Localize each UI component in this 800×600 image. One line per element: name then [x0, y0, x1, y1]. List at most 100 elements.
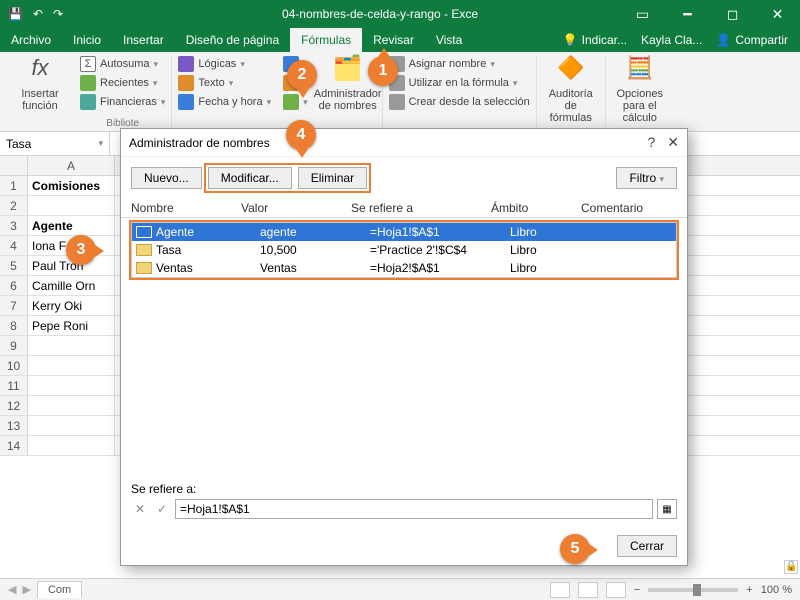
text-icon — [178, 75, 194, 91]
row-header[interactable]: 8 — [0, 316, 28, 335]
text-button[interactable]: Texto▾ — [178, 75, 271, 91]
close-icon[interactable]: ✕ — [755, 0, 800, 28]
tab-inicio[interactable]: Inicio — [62, 28, 112, 52]
refers-to-input[interactable] — [175, 499, 653, 519]
name-icon — [136, 244, 152, 256]
name-row[interactable]: Agenteagente=Hoja1!$A$1Libro — [132, 223, 676, 241]
row-header[interactable]: 5 — [0, 256, 28, 275]
row-header[interactable]: 14 — [0, 436, 28, 455]
tab-formulas[interactable]: Fórmulas — [290, 28, 362, 52]
recent-button[interactable]: Recientes▾ — [80, 75, 165, 91]
chevron-down-icon: ▾ — [659, 174, 664, 184]
delete-button[interactable]: Eliminar — [298, 167, 367, 189]
names-list[interactable]: Agenteagente=Hoja1!$A$1LibroTasa10,500='… — [131, 222, 677, 278]
maximize-icon[interactable]: ◻ — [710, 0, 755, 28]
zoom-out-icon[interactable]: − — [634, 584, 640, 596]
tab-diseno[interactable]: Diseño de página — [175, 28, 290, 52]
range-picker-icon[interactable]: ▦ — [657, 499, 677, 519]
row-header[interactable]: 11 — [0, 376, 28, 395]
cell[interactable] — [28, 376, 115, 395]
view-normal-icon[interactable] — [550, 582, 570, 598]
autosum-button[interactable]: ΣAutosuma▾ — [80, 56, 165, 72]
row-header[interactable]: 3 — [0, 216, 28, 235]
row-header[interactable]: 10 — [0, 356, 28, 375]
cell[interactable]: Kerry Oki — [28, 296, 115, 315]
name-row[interactable]: VentasVentas=Hoja2!$A$1Libro — [132, 259, 676, 277]
money-icon — [80, 94, 96, 110]
zoom-in-icon[interactable]: + — [746, 584, 752, 596]
row-header[interactable]: 1 — [0, 176, 28, 195]
callout-5: 5 — [560, 534, 590, 564]
undo-icon[interactable]: ↶ — [33, 7, 43, 21]
name-icon — [136, 262, 152, 274]
cell[interactable] — [28, 396, 115, 415]
tab-archivo[interactable]: Archivo — [0, 28, 62, 52]
tab-revisar[interactable]: Revisar — [362, 28, 425, 52]
cell[interactable]: Pepe Roni — [28, 316, 115, 335]
chevron-down-icon[interactable]: ▾ — [98, 138, 103, 149]
callout-1: 1 — [368, 56, 398, 86]
cell[interactable]: Agente — [28, 216, 115, 235]
new-button[interactable]: Nuevo... — [131, 167, 202, 189]
row-header[interactable]: 7 — [0, 296, 28, 315]
row-header[interactable]: 4 — [0, 236, 28, 255]
close-button[interactable]: Cerrar — [617, 535, 677, 557]
sheet-prev-icon[interactable]: ◀ — [8, 583, 16, 596]
cell[interactable] — [28, 356, 115, 375]
clock-icon — [178, 94, 194, 110]
name-box[interactable]: Tasa ▾ — [0, 132, 110, 155]
save-icon[interactable]: 💾 — [8, 7, 23, 21]
ribbon-options-icon[interactable]: ▭ — [620, 0, 665, 28]
insert-function-button[interactable]: fx Insertar función — [12, 56, 68, 112]
zoom-value[interactable]: 100 % — [761, 584, 792, 596]
cell[interactable] — [28, 196, 115, 215]
share-button[interactable]: 👤Compartir — [710, 30, 794, 50]
close-icon[interactable]: ✕ — [667, 134, 679, 151]
share-icon: 👤 — [716, 33, 731, 47]
cell[interactable] — [28, 336, 115, 355]
cell[interactable]: Camille Orn — [28, 276, 115, 295]
zoom-slider[interactable] — [648, 588, 738, 592]
datetime-button[interactable]: Fecha y hora▾ — [178, 94, 271, 110]
logical-button[interactable]: Lógicas▾ — [178, 56, 271, 72]
select-all-corner[interactable] — [0, 156, 28, 175]
tell-me-search[interactable]: 💡Indicar... — [557, 30, 633, 50]
financial-button[interactable]: Financieras▾ — [80, 94, 165, 110]
col-header[interactable]: A — [28, 156, 115, 175]
sheet-next-icon[interactable]: ▶ — [22, 583, 30, 596]
user-account[interactable]: Kayla Cla... — [635, 30, 708, 50]
status-bar: ◀ ▶ Com − + 100 % — [0, 578, 800, 600]
help-icon[interactable]: ? — [647, 134, 655, 151]
calc-options-button[interactable]: 🧮 Opciones para el cálculo — [612, 56, 668, 124]
star-icon — [80, 75, 96, 91]
selection-icon — [389, 94, 405, 110]
view-pagebreak-icon[interactable] — [606, 582, 626, 598]
formula-audit-button[interactable]: 🔶 Auditoría de fórmulas — [543, 56, 599, 124]
cancel-ref-icon[interactable]: ✕ — [131, 502, 149, 516]
define-name-button[interactable]: Asignar nombre▾ — [389, 56, 530, 72]
row-header[interactable]: 12 — [0, 396, 28, 415]
filter-button[interactable]: Filtro ▾ — [616, 167, 677, 189]
row-header[interactable]: 6 — [0, 276, 28, 295]
edit-button[interactable]: Modificar... — [208, 167, 292, 189]
ribbon-tabs: Archivo Inicio Insertar Diseño de página… — [0, 28, 800, 52]
cell[interactable] — [28, 416, 115, 435]
name-manager-button[interactable]: 🗂️ Administrador de nombres — [320, 56, 376, 112]
name-row[interactable]: Tasa10,500='Practice 2'!$C$4Libro — [132, 241, 676, 259]
accept-ref-icon[interactable]: ✓ — [153, 502, 171, 516]
sheet-tab[interactable]: Com — [37, 581, 82, 598]
redo-icon[interactable]: ↷ — [53, 7, 63, 21]
row-header[interactable]: 9 — [0, 336, 28, 355]
create-from-selection-button[interactable]: Crear desde la selección — [389, 94, 530, 110]
window-title: 04-nombres-de-celda-y-rango - Exce — [140, 7, 620, 21]
cell[interactable]: Comisiones — [28, 176, 115, 195]
row-header[interactable]: 13 — [0, 416, 28, 435]
use-in-formula-button[interactable]: Utilizar en la fórmula▾ — [389, 75, 530, 91]
view-pagelayout-icon[interactable] — [578, 582, 598, 598]
cell[interactable] — [28, 436, 115, 455]
tab-insertar[interactable]: Insertar — [112, 28, 175, 52]
tab-vista[interactable]: Vista — [425, 28, 473, 52]
row-header[interactable]: 2 — [0, 196, 28, 215]
minimize-icon[interactable]: ━ — [665, 0, 710, 28]
ribbon: fx Insertar función ΣAutosuma▾ Recientes… — [0, 52, 800, 132]
